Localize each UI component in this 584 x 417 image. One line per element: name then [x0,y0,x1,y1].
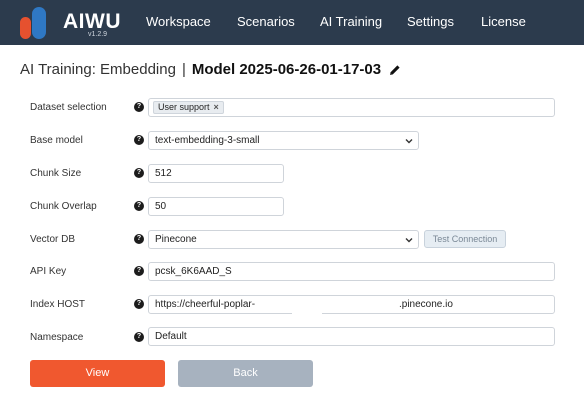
version-label: v1.2.9 [88,31,108,38]
aiwu-logo-icon[interactable] [18,7,54,39]
index-host-input[interactable]: https://cheerful-poplar- .pinecone.io [148,295,555,314]
page-title: AI Training: Embedding | Model 2025-06-26-… [20,61,401,80]
dataset-select[interactable]: User support × [148,98,555,117]
chunk-size-input[interactable]: 512 [148,164,284,183]
help-icon[interactable]: ? [134,135,144,145]
index-host-label: Index HOST [30,299,86,310]
view-button[interactable]: View [30,360,165,387]
namespace-label: Namespace [30,332,84,343]
chunk-size-label: Chunk Size [30,168,82,179]
help-icon[interactable]: ? [134,168,144,178]
nav-scenarios[interactable]: Scenarios [237,14,295,29]
chunk-overlap-label: Chunk Overlap [30,201,97,212]
base-model-value: text-embedding-3-small [155,135,260,146]
nav-license[interactable]: License [481,14,526,29]
title-separator: | [181,61,186,78]
help-icon[interactable]: ? [134,299,144,309]
dataset-selection-label: Dataset selection [30,102,107,113]
dataset-tag: User support × [153,101,224,114]
test-connection-button[interactable]: Test Connection [424,230,506,248]
redaction-mask [292,308,322,316]
logo-orange-bar [20,17,31,39]
top-navbar: AIWU v1.2.9 Workspace Scenarios AI Train… [0,0,584,45]
remove-tag-icon[interactable]: × [214,102,219,113]
index-host-value-end: .pinecone.io [399,299,453,310]
base-model-label: Base model [30,135,83,146]
vector-db-value: Pinecone [155,234,197,245]
base-model-select[interactable]: text-embedding-3-small [148,131,419,150]
api-key-label: API Key [30,266,67,277]
vector-db-label: Vector DB [30,234,76,245]
api-key-input[interactable]: pcsk_6K6AAD_S [148,262,555,281]
help-icon[interactable]: ? [134,234,144,244]
dataset-tag-label: User support [158,102,210,112]
chevron-down-icon [405,238,413,243]
index-host-value-start: https://cheerful-poplar- [155,299,256,310]
edit-pencil-icon[interactable] [389,63,401,80]
logo-blue-bar [32,7,46,39]
chevron-down-icon [405,139,413,144]
nav-ai-training[interactable]: AI Training [320,14,382,29]
namespace-input[interactable]: Default [148,327,555,346]
breadcrumb: AI Training: Embedding [20,61,176,78]
back-button[interactable]: Back [178,360,313,387]
help-icon[interactable]: ? [134,332,144,342]
help-icon[interactable]: ? [134,201,144,211]
nav-workspace[interactable]: Workspace [146,14,211,29]
chunk-overlap-input[interactable]: 50 [148,197,284,216]
help-icon[interactable]: ? [134,266,144,276]
help-icon[interactable]: ? [134,102,144,112]
nav-settings[interactable]: Settings [407,14,454,29]
vector-db-select[interactable]: Pinecone [148,230,419,249]
model-name: Model 2025-06-26-01-17-03 [191,61,382,78]
